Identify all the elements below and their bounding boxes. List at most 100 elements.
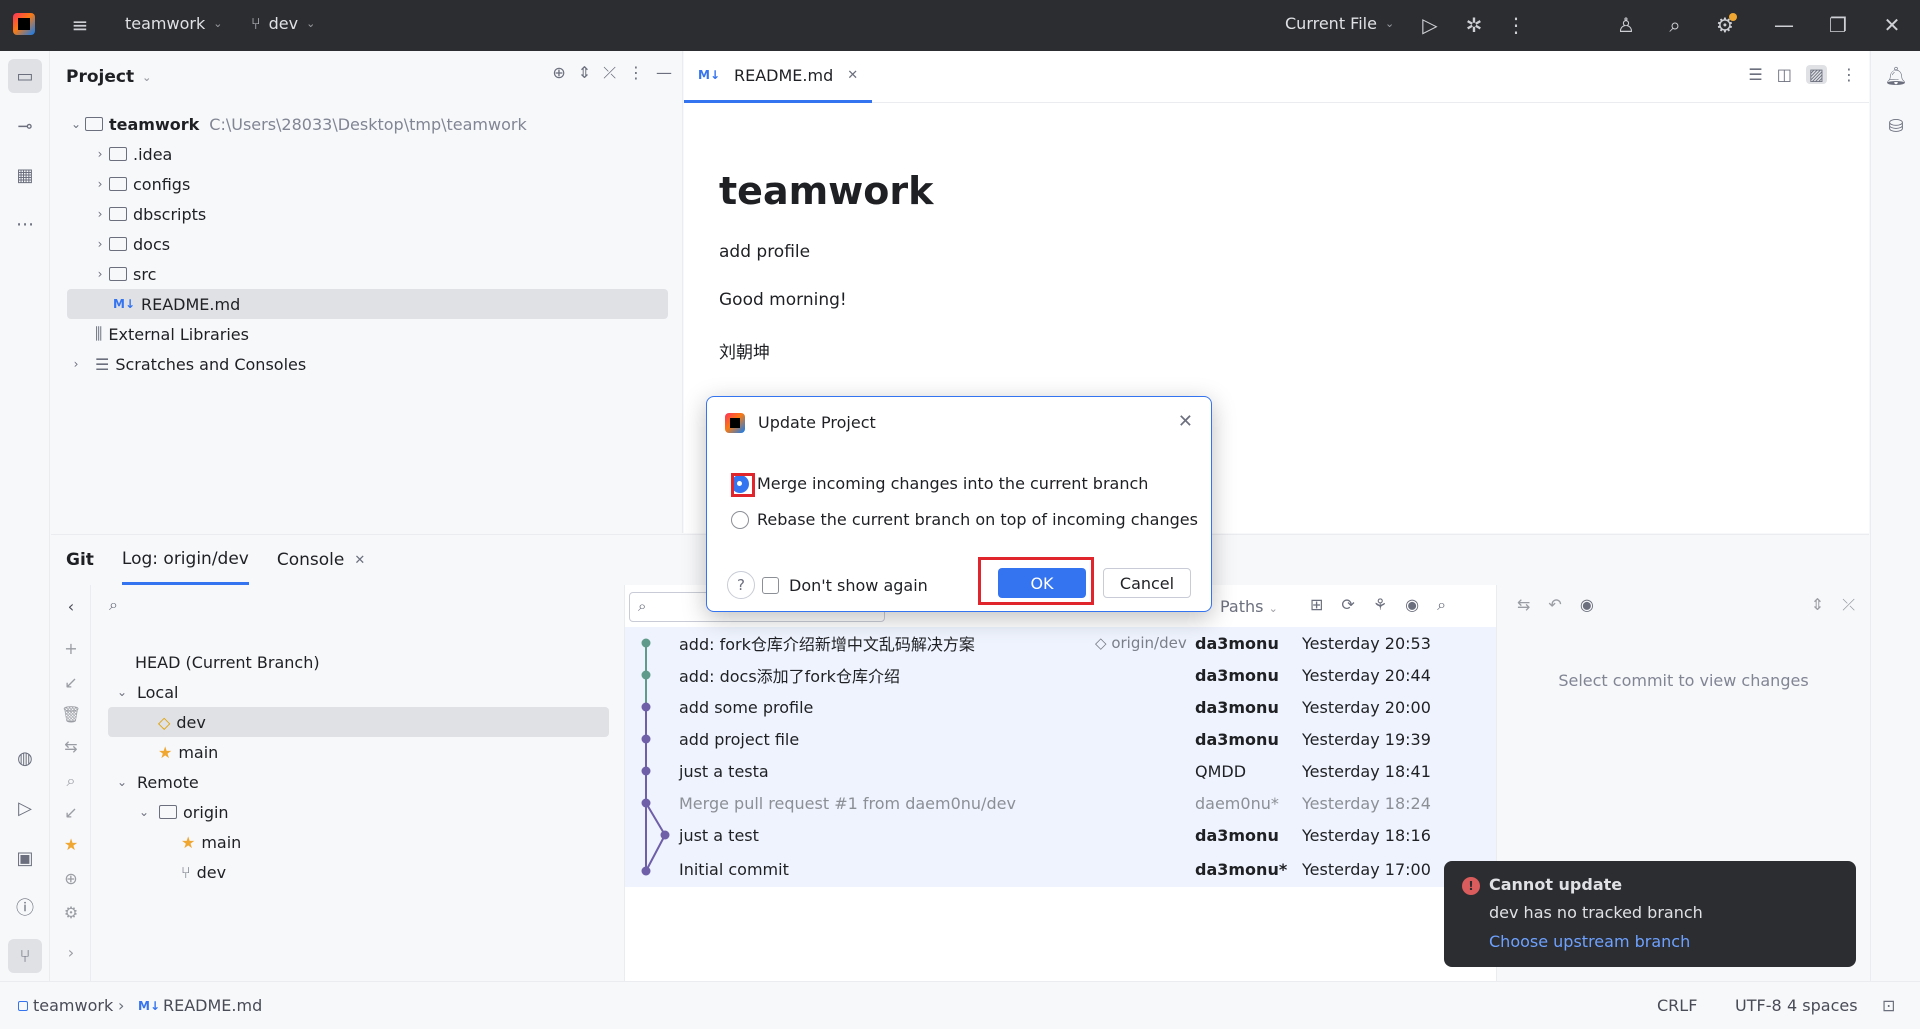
chevron-down-icon[interactable]: ⌄ — [135, 805, 153, 819]
lock-icon[interactable]: ⊡ — [1882, 996, 1895, 1015]
split-view-icon[interactable]: ◫ — [1777, 65, 1792, 84]
diff-icon[interactable]: ⇆ — [1517, 595, 1530, 614]
run-config-selector[interactable]: Current File ⌄ — [1285, 14, 1394, 33]
expand-collapse-icon[interactable]: ⇕ — [1811, 595, 1824, 615]
commit-row[interactable]: add: fork仓库介绍新增中文乱码解决方案 ◇ origin/dev da3… — [625, 627, 1496, 659]
structure-tool-icon[interactable]: ▦ — [8, 158, 42, 192]
project-tool-icon[interactable]: ▭ — [8, 59, 42, 93]
collapse-icon[interactable]: ⤫ — [1842, 595, 1855, 615]
add-user-icon[interactable]: ♙ — [1612, 11, 1640, 39]
terminal-tool-icon[interactable]: ▣ — [8, 841, 42, 875]
chevron-down-icon[interactable]: ⌄ — [113, 775, 131, 789]
branch-head[interactable]: HEAD (Current Branch) — [135, 647, 320, 677]
editor-only-icon[interactable]: ☰ — [1748, 65, 1762, 84]
collapse-panel-icon[interactable]: ‹ — [61, 597, 81, 616]
debug-icon[interactable]: ✲ — [1460, 11, 1488, 39]
run-tool-icon[interactable]: ▷ — [8, 791, 42, 825]
expand-icon[interactable]: › — [61, 943, 81, 962]
tree-item[interactable]: › .idea — [91, 139, 173, 169]
rebase-option[interactable]: Rebase the current branch on top of inco… — [731, 510, 1198, 529]
close-icon[interactable]: ✕ — [1178, 411, 1193, 432]
changes-view-icon[interactable]: ◉ — [1580, 595, 1594, 614]
branch-remote-dev[interactable]: ⑂ dev — [181, 857, 226, 887]
tree-item[interactable]: › docs — [91, 229, 170, 259]
tree-item-readme[interactable]: M↓ README.md — [67, 289, 668, 319]
search-branch-icon[interactable]: ⌕ — [61, 771, 81, 791]
help-button[interactable]: ? — [727, 571, 755, 599]
chevron-down-icon[interactable]: ⌄ — [67, 117, 85, 131]
refresh-icon[interactable]: ⟳ — [1341, 595, 1354, 615]
tree-item[interactable]: › src — [91, 259, 157, 289]
database-icon[interactable]: ⛁ — [1879, 109, 1913, 143]
cherry-pick-icon[interactable]: ⚘ — [1373, 595, 1387, 615]
cancel-button[interactable]: Cancel — [1103, 568, 1191, 598]
preview-only-icon[interactable]: ▨ — [1805, 65, 1827, 84]
editor-more-icon[interactable]: ⋮ — [1841, 65, 1857, 84]
favorite-icon[interactable]: ★ — [61, 835, 81, 854]
commit-row[interactable]: add some profile da3monu Yesterday 20:00 — [625, 691, 1496, 723]
branch-switcher[interactable]: ⑂ dev ⌄ — [251, 14, 315, 33]
chevron-right-icon[interactable]: › — [67, 357, 85, 371]
branch-local-main[interactable]: ★ main — [158, 737, 218, 767]
commit-row[interactable]: add project file da3monu Yesterday 19:39 — [625, 723, 1496, 755]
breadcrumb-project[interactable]: teamwork — [33, 996, 113, 1015]
more-actions-icon[interactable]: ⋮ — [1502, 11, 1530, 39]
chevron-right-icon[interactable]: › — [91, 177, 109, 191]
chevron-right-icon[interactable]: › — [91, 147, 109, 161]
new-branch-icon[interactable]: + — [61, 639, 81, 658]
problems-tool-icon[interactable]: ⓘ — [8, 890, 42, 924]
run-icon[interactable]: ▷ — [1416, 11, 1444, 39]
tree-root[interactable]: ⌄ teamwork C:\Users\28033\Desktop\tmp\te… — [67, 109, 527, 139]
indent-setting[interactable]: 4 spaces — [1787, 996, 1858, 1015]
chevron-right-icon[interactable]: › — [91, 207, 109, 221]
branch-settings-icon[interactable]: ⚙ — [61, 903, 81, 922]
delete-branch-icon[interactable]: 🗑︎ — [61, 705, 81, 724]
dont-show-checkbox[interactable] — [762, 577, 779, 594]
compare-icon[interactable]: ⇆ — [61, 737, 81, 756]
minimize-icon[interactable]: — — [1770, 11, 1798, 39]
choose-upstream-link[interactable]: Choose upstream branch — [1489, 932, 1690, 951]
tree-scratches[interactable]: › ☰ Scratches and Consoles — [67, 349, 307, 379]
branch-search-input[interactable]: ⌕ — [109, 595, 118, 615]
breadcrumb-file[interactable]: README.md — [163, 996, 262, 1015]
dont-show-again[interactable]: Don't show again — [762, 576, 928, 595]
branch-group-remote[interactable]: ⌄ Remote — [113, 767, 199, 797]
file-encoding[interactable]: UTF-8 — [1735, 996, 1782, 1015]
commit-row[interactable]: Initial commit da3monu* Yesterday 17:00 — [625, 853, 1496, 885]
tab-console[interactable]: Console ✕ — [277, 550, 365, 570]
chevron-right-icon[interactable]: › — [91, 267, 109, 281]
tree-item[interactable]: › dbscripts — [91, 199, 207, 229]
update-branch-icon[interactable]: ↙ — [61, 673, 81, 692]
close-tab-icon[interactable]: ✕ — [354, 553, 365, 568]
notifications-icon[interactable]: 🔔︎ — [1879, 59, 1913, 93]
hide-icon[interactable]: — — [656, 63, 672, 83]
locate-icon[interactable]: ⊕ — [552, 63, 565, 83]
chevron-down-icon[interactable]: ⌄ — [113, 685, 131, 699]
tab-log[interactable]: Log: origin/dev — [121, 535, 249, 585]
git-tool-icon[interactable]: ⑂ — [8, 939, 42, 973]
close-tab-icon[interactable]: ✕ — [847, 68, 858, 83]
branch-remote-main[interactable]: ★ main — [181, 827, 241, 857]
project-switcher[interactable]: teamwork ⌄ — [125, 14, 222, 33]
ok-button[interactable]: OK — [998, 568, 1086, 598]
rebase-radio[interactable] — [731, 510, 749, 529]
search-icon[interactable]: ⌕ — [1661, 11, 1689, 39]
branch-local-dev[interactable]: ◇ dev — [108, 707, 609, 737]
tab-git[interactable]: Git — [66, 550, 94, 570]
more-tools-icon[interactable]: ⋯ — [8, 207, 42, 241]
branch-group-origin[interactable]: ⌄ origin — [135, 797, 229, 827]
paths-filter[interactable]: Paths ⌄ — [1220, 597, 1278, 616]
restore-icon[interactable]: ❐ — [1824, 11, 1852, 39]
chevron-right-icon[interactable]: › — [91, 237, 109, 251]
view-options-icon[interactable]: ◉ — [1405, 595, 1419, 615]
commit-row[interactable]: Merge pull request #1 from daem0nu/dev d… — [625, 787, 1496, 819]
commit-tool-icon[interactable]: ⊸ — [8, 109, 42, 143]
commit-row[interactable]: add: docs添加了fork仓库介绍 da3monu Yesterday 2… — [625, 659, 1496, 691]
services-tool-icon[interactable]: ◍ — [8, 741, 42, 775]
branch-group-local[interactable]: ⌄ Local — [113, 677, 179, 707]
fetch-icon[interactable]: ↙ — [61, 803, 81, 822]
merge-option[interactable]: Merge incoming changes into the current … — [731, 474, 1148, 493]
tab-readme[interactable]: M↓ README.md ✕ — [684, 51, 873, 103]
collapse-all-icon[interactable]: ⤫ — [603, 63, 616, 83]
new-tab-icon[interactable]: ⊞ — [1310, 595, 1323, 615]
